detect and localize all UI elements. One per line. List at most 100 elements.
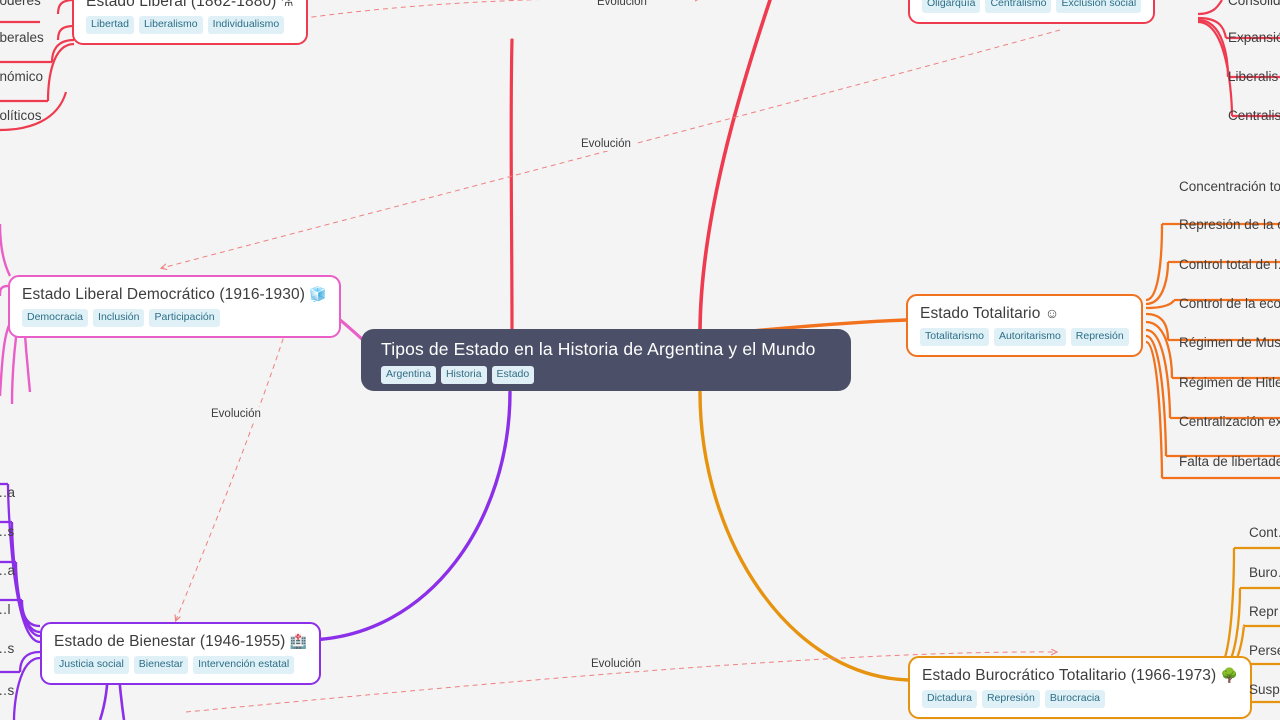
leaf-wire	[1145, 299, 1176, 310]
leaf-totalitario-4[interactable]: Control de la eco…	[1179, 295, 1280, 312]
leaf-totalitario-8[interactable]: Falta de libertade…	[1179, 453, 1280, 470]
mindmap-canvas[interactable]: Tipos de Estado en la Historia de Argent…	[0, 0, 1280, 720]
tag: Autoritarismo	[993, 328, 1066, 346]
leaf-wire	[1197, 18, 1230, 78]
tag: Intervención estatal	[193, 656, 295, 674]
leaf-wire	[1197, 0, 1223, 16]
connector-central-oligarquico	[698, 0, 772, 336]
leaf-wire	[1145, 312, 1170, 341]
leaf-wire	[0, 223, 12, 277]
node-tags: Democracia Inclusión Participación	[22, 309, 327, 327]
leaf-totalitario-5[interactable]: Régimen de Muss…	[1179, 334, 1280, 351]
leaf-liberal-4[interactable]: …olíticos	[0, 107, 42, 124]
leaf-liberal-1[interactable]: …oderes	[0, 0, 41, 9]
node-estado-oligarquico[interactable]: Oligarquía Centralismo Exclusión social	[908, 0, 1156, 24]
tag: Oligarquía	[922, 0, 981, 13]
leaf-bienestar-4[interactable]: …l	[0, 601, 11, 618]
leaf-wire	[1145, 320, 1174, 379]
leaf-wire	[46, 42, 75, 102]
hospital-icon: 🏥	[289, 633, 308, 649]
tag: Liberalismo	[138, 16, 203, 34]
leaf-totalitario-2[interactable]: Represión de la o…	[1179, 216, 1280, 233]
leaf-wire	[12, 656, 41, 720]
leaf-liberal-3[interactable]: …nómico	[0, 68, 43, 85]
circled-face-icon: ☺	[1044, 305, 1060, 321]
node-estado-burocratico-totalitario[interactable]: Estado Burocrático Totalitario (1966-197…	[908, 656, 1253, 719]
relation-label-evolucion-1: Evolución	[594, 0, 650, 9]
tag: Bienestar	[133, 656, 189, 674]
relation-arrow	[176, 329, 287, 620]
leaf-totalitario-3[interactable]: Control total de l…	[1179, 256, 1280, 273]
connector-central-burocratico	[698, 390, 910, 682]
leaf-totalitario-1[interactable]: Concentración to…	[1179, 178, 1280, 195]
leaf-burocratico-4[interactable]: Perse…	[1249, 642, 1280, 659]
leaf-wire	[1145, 334, 1168, 457]
tag: Represión	[1070, 328, 1129, 346]
leaf-wire	[1197, 16, 1228, 39]
tag: Centralismo	[985, 0, 1052, 13]
tag: Libertad	[86, 16, 134, 34]
leaf-burocratico-3[interactable]: Repr…	[1249, 603, 1280, 620]
leaf-oligarquico-2[interactable]: Expansió…	[1228, 29, 1280, 46]
node-estado-de-bienestar[interactable]: Estado de Bienestar (1946-1955) 🏥 Justic…	[40, 622, 322, 685]
node-estado-liberal[interactable]: Estado Liberal (1862-1880) ⚗ Libertad Li…	[72, 0, 308, 45]
leaf-burocratico-2[interactable]: Buro…	[1249, 564, 1280, 581]
leaf-bienestar-6[interactable]: …s	[0, 682, 14, 699]
central-node-title: Tipos de Estado en la Historia de Argent…	[381, 339, 816, 359]
tag: Represión	[981, 690, 1040, 708]
leaf-totalitario-7[interactable]: Centralización ex…	[1179, 413, 1280, 430]
tag: Individualismo	[207, 16, 285, 34]
tag: Dictadura	[922, 690, 977, 708]
connector-central-liberal	[509, 38, 514, 334]
node-title: Estado de Bienestar (1946-1955)	[54, 633, 286, 650]
relation-label-evolucion-4: Evolución	[588, 657, 644, 671]
leaf-wire	[18, 650, 41, 673]
node-tags: Oligarquía Centralismo Exclusión social	[922, 0, 1142, 13]
leaf-wire	[10, 521, 41, 638]
tag: Totalitarismo	[920, 328, 989, 346]
tag: Historia	[440, 366, 487, 384]
leaf-bienestar-1[interactable]: …a	[0, 484, 15, 501]
node-title: Estado Liberal Democrático (1916-1930)	[22, 286, 305, 303]
node-title: Estado Liberal (1862-1880)	[86, 0, 277, 10]
node-title: Estado Totalitario	[920, 305, 1041, 322]
tree-icon: 🌳	[1220, 667, 1239, 683]
node-tags: Justicia social Bienestar Intervención e…	[54, 656, 307, 674]
leaf-wire	[1145, 340, 1164, 479]
connector-central-bienestar	[308, 390, 512, 642]
leaf-wire	[1145, 223, 1164, 302]
leaf-burocratico-5[interactable]: Susp…	[1249, 681, 1280, 698]
leaf-bienestar-2[interactable]: …s	[0, 523, 14, 540]
leaf-oligarquico-3[interactable]: Liberalis…	[1228, 68, 1280, 85]
node-title: Estado Burocrático Totalitario (1966-197…	[922, 667, 1217, 684]
leaf-oligarquico-4[interactable]: Centralis…	[1228, 107, 1280, 124]
node-estado-totalitario[interactable]: Estado Totalitario ☺ Totalitarismo Autor…	[906, 294, 1143, 357]
leaf-wire	[1215, 547, 1236, 672]
leaf-wire	[1145, 328, 1172, 419]
leaf-wire	[1145, 261, 1170, 306]
leaf-bienestar-5[interactable]: …s	[0, 640, 14, 657]
leaf-liberal-2[interactable]: …berales	[0, 29, 44, 46]
node-tags: Totalitarismo Autoritarismo Represión	[920, 328, 1129, 346]
leaf-wire	[50, 38, 75, 63]
balance-scale-icon: ⚗	[280, 0, 294, 9]
node-estado-liberal-democratico[interactable]: Estado Liberal Democrático (1916-1930) 🧊…	[8, 275, 341, 338]
blue-box-icon: 🧊	[309, 286, 327, 302]
tag: Democracia	[22, 309, 89, 327]
node-tags: Libertad Liberalismo Individualismo	[86, 16, 294, 34]
central-node[interactable]: Tipos de Estado en la Historia de Argent…	[361, 329, 851, 391]
tag: Estado	[491, 366, 535, 384]
tag: Justicia social	[54, 656, 129, 674]
leaf-bienestar-3[interactable]: …a	[0, 562, 15, 579]
central-node-tags: Argentina Historia Estado	[381, 366, 831, 384]
tag: Participación	[149, 309, 220, 327]
node-tags: Dictadura Represión Burocracia	[922, 690, 1238, 708]
tag: Burocracia	[1044, 690, 1106, 708]
leaf-wire	[1197, 20, 1234, 117]
leaf-wire	[20, 599, 41, 628]
leaf-burocratico-1[interactable]: Cont…	[1249, 524, 1280, 541]
relation-label-evolucion-3: Evolución	[208, 407, 264, 421]
leaf-oligarquico-1[interactable]: Consolid…	[1228, 0, 1280, 9]
relation-label-evolucion-2: Evolución	[578, 137, 634, 151]
leaf-totalitario-6[interactable]: Régimen de Hitle…	[1179, 374, 1280, 391]
